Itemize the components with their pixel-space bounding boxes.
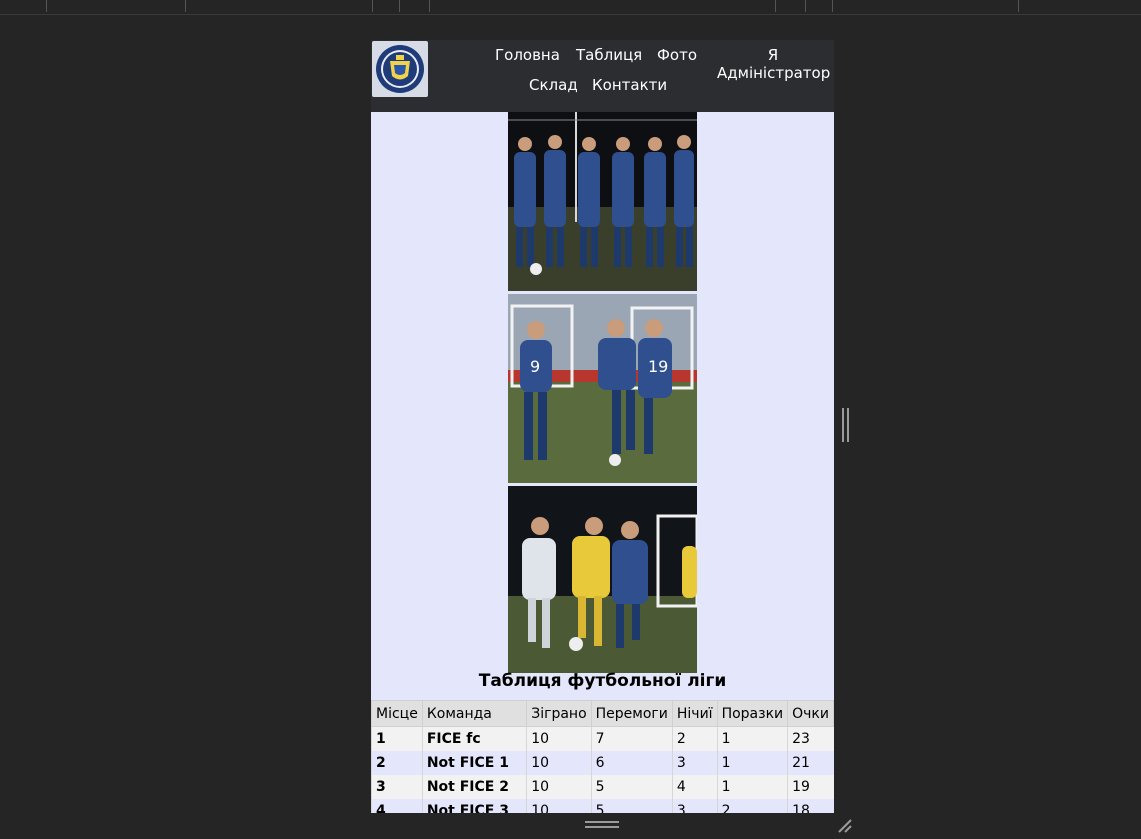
svg-text:9: 9	[530, 357, 540, 376]
col-header-draws: Нічиї	[671, 700, 718, 727]
col-header-place: Місце	[371, 700, 423, 727]
admin-link[interactable]: Я Адміністратор	[717, 46, 831, 82]
cell-played: 10	[526, 751, 592, 775]
admin-link-line2: Адміністратор	[717, 64, 831, 82]
cell-losses: 1	[716, 726, 788, 751]
cell-played: 10	[526, 775, 592, 799]
cell-place: 2	[371, 751, 423, 775]
cell-points: 23	[787, 726, 834, 751]
nav-photo-link[interactable]: Фото	[657, 46, 697, 64]
nav-squad-link[interactable]: Склад	[529, 76, 578, 94]
devtools-ruler	[0, 0, 1141, 15]
cell-place: 1	[371, 726, 423, 751]
team-photo-2: 9 19	[508, 294, 697, 483]
col-header-points: Очки	[787, 700, 834, 727]
resize-corner-icon[interactable]	[836, 817, 854, 835]
cell-draws: 4	[671, 775, 718, 799]
nav-table-link[interactable]: Таблиця	[576, 46, 642, 64]
cell-wins: 6	[590, 751, 673, 775]
device-viewport: Головна Таблиця Фото Склад Контакти Я Ад…	[371, 40, 834, 813]
navbar: Головна Таблиця Фото Склад Контакти Я Ад…	[371, 40, 834, 112]
cell-points: 21	[787, 751, 834, 775]
col-header-team: Команда	[421, 700, 528, 727]
cell-team: Not FICE 2	[421, 775, 527, 799]
svg-text:19: 19	[648, 357, 668, 376]
league-table: Місце Команда Зіграно Перемоги Нічиї Пор…	[371, 700, 834, 813]
table-row: 1 FICE fc 10 7 2 1 23	[371, 726, 834, 751]
admin-link-line1: Я	[767, 46, 779, 64]
cell-losses: 1	[716, 751, 788, 775]
cell-played: 10	[526, 799, 592, 813]
club-crest-icon[interactable]	[372, 41, 428, 97]
table-row: 4 Not FICE 3 10 5 3 2 18	[371, 799, 834, 813]
cell-wins: 7	[590, 726, 673, 751]
cell-losses: 1	[716, 775, 788, 799]
cell-draws: 2	[671, 726, 718, 751]
team-photo-3	[508, 486, 697, 673]
col-header-wins: Перемоги	[590, 700, 673, 727]
table-row: 3 Not FICE 2 10 5 4 1 19	[371, 775, 834, 799]
cell-team: Not FICE 1	[421, 751, 527, 775]
cell-points: 19	[787, 775, 834, 799]
league-table-title: Таблиця футбольної ліги	[478, 671, 727, 691]
cell-losses: 2	[716, 799, 788, 813]
cell-place: 4	[371, 799, 423, 813]
col-header-losses: Поразки	[716, 700, 789, 727]
nav-home-link[interactable]: Головна	[495, 46, 560, 64]
cell-place: 3	[371, 775, 423, 799]
table-row: 2 Not FICE 1 10 6 3 1 21	[371, 751, 834, 775]
cell-draws: 3	[671, 751, 718, 775]
cell-played: 10	[526, 726, 592, 751]
resize-handle-right[interactable]	[842, 408, 850, 442]
cell-points: 18	[787, 799, 834, 813]
cell-wins: 5	[590, 775, 673, 799]
cell-draws: 3	[671, 799, 718, 813]
cell-wins: 5	[590, 799, 673, 813]
team-photo-1	[508, 112, 697, 291]
nav-contacts-link[interactable]: Контакти	[592, 76, 667, 94]
league-table-header-row: Місце Команда Зіграно Перемоги Нічиї Пор…	[371, 700, 834, 727]
cell-team: FICE fc	[421, 726, 527, 751]
cell-team: Not FICE 3	[421, 799, 527, 813]
col-header-played: Зіграно	[526, 700, 592, 727]
resize-handle-bottom[interactable]	[585, 821, 619, 830]
